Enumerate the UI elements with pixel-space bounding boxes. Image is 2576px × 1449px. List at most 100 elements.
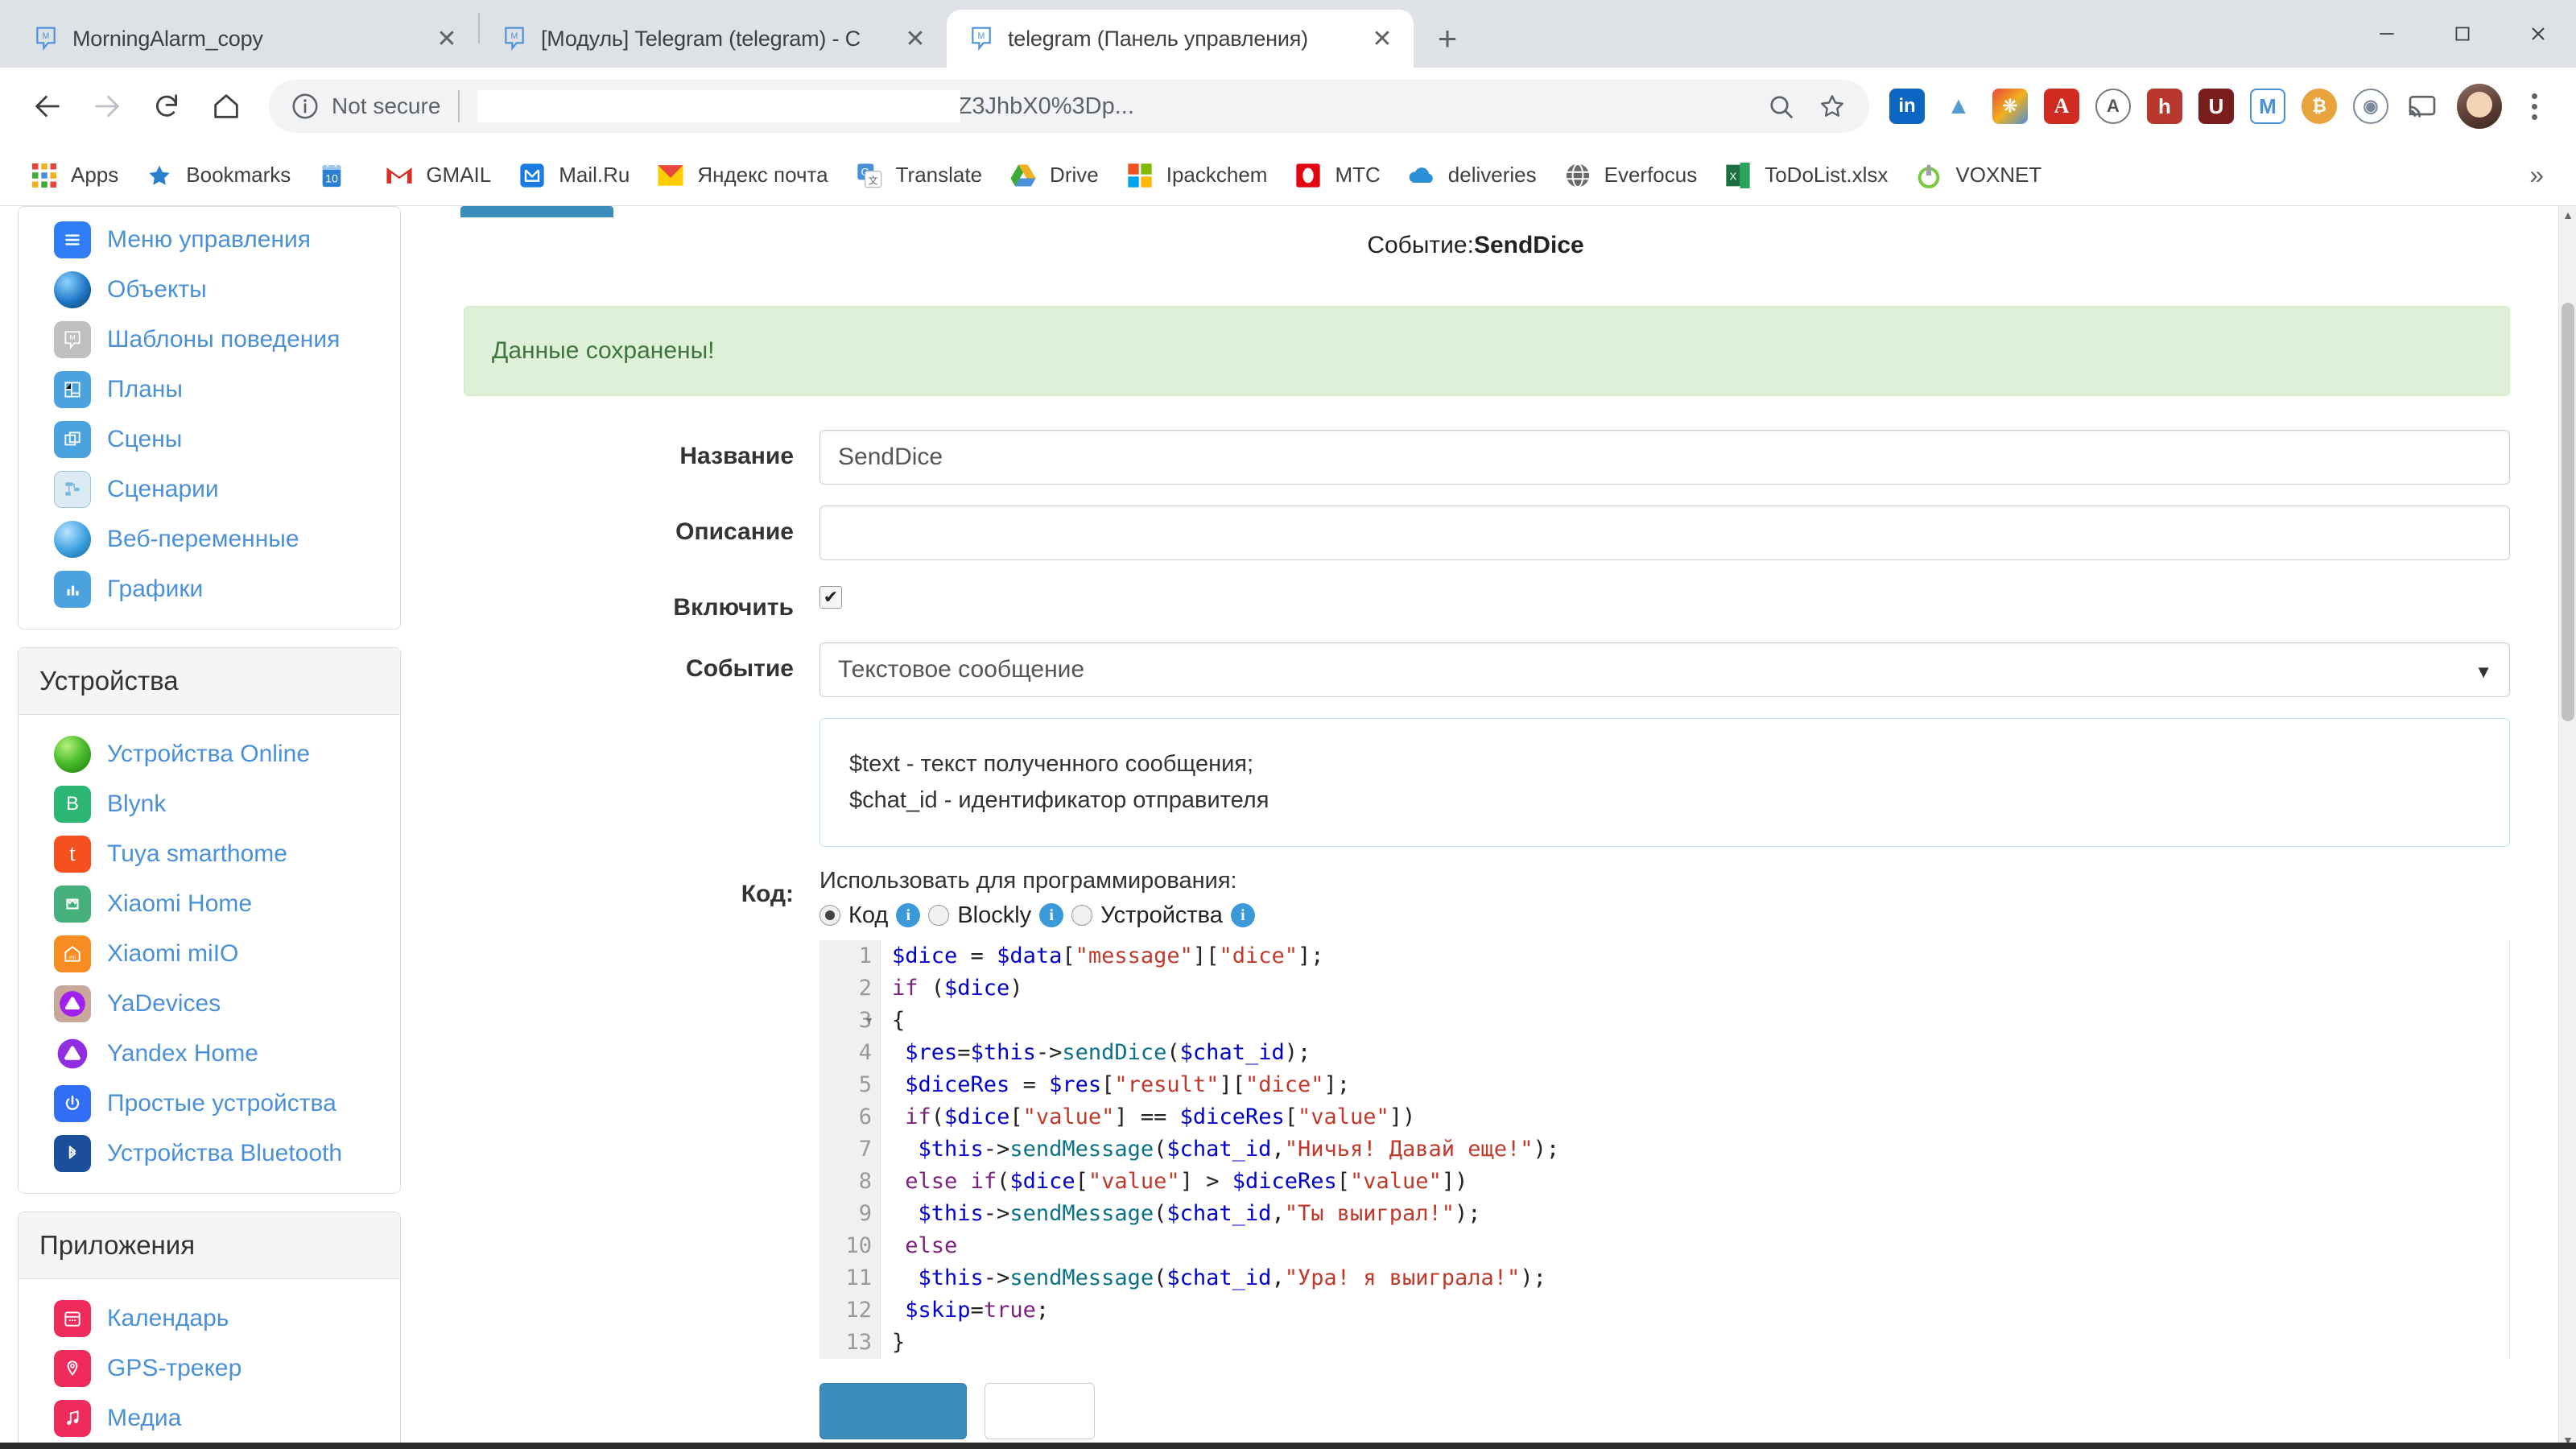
coin-extension-icon[interactable]: ₿ — [2294, 81, 2344, 131]
code-line: else if($dice["value"] > $diceRes["value… — [892, 1166, 2509, 1198]
bookmark-translate[interactable]: G文 Translate — [843, 154, 993, 197]
url-text-wrap[interactable]: 'admin.php?pd=cGFuZWw6e2FjdGlvbj10ZWxlZ3… — [477, 90, 1755, 122]
sidebar-item-media[interactable]: Медиа — [19, 1393, 400, 1443]
radio-devices[interactable] — [1071, 905, 1092, 926]
bookmarks-overflow-button[interactable]: » — [2515, 160, 2558, 190]
description-input[interactable] — [819, 506, 2510, 560]
enable-checkbox[interactable]: ✔ — [819, 586, 842, 609]
bookmark-mailru[interactable]: Mail.Ru — [506, 154, 641, 197]
home-button[interactable] — [196, 76, 256, 136]
sidebar-item-behavior-templates[interactable]: M Шаблоны поведения — [19, 315, 400, 365]
security-label: Not secure — [332, 93, 440, 119]
sidebar-main-menu-panel: Меню управления Объекты M Шаблоны поведе… — [18, 206, 401, 630]
bookmark-voxnet[interactable]: VOXNET — [1902, 154, 2053, 197]
bookmark-ipackchem[interactable]: Ipackchem — [1113, 154, 1279, 197]
hamburger-menu-icon — [54, 221, 91, 258]
forward-button[interactable] — [77, 76, 137, 136]
bookmark-calendar[interactable]: 10 — [305, 154, 369, 197]
bookmark-mts[interactable]: МТС — [1282, 154, 1391, 197]
sidebar-item-bluetooth-devices[interactable]: Устройства Bluetooth — [19, 1129, 400, 1179]
sidebar-apps-panel: Приложения Календарь GPS-т — [18, 1212, 401, 1449]
info-icon-code[interactable]: i — [896, 903, 920, 927]
event-select[interactable] — [819, 642, 2510, 697]
sidebar-item-yadevices[interactable]: YaDevices — [19, 979, 400, 1029]
radio-code-label: Код — [848, 902, 888, 929]
page-scrollbar[interactable]: ▲ ▼ — [2558, 206, 2576, 1449]
sidebar-item-web-variables[interactable]: Веб-переменные — [19, 514, 400, 564]
sidebar-item-scenes[interactable]: Сцены — [19, 415, 400, 464]
save-button[interactable] — [819, 1383, 967, 1439]
adobe-pdf-extension-icon[interactable]: A — [2037, 81, 2087, 131]
code-line: $this->sendMessage($chat_id,"Ура! я выиг… — [892, 1262, 2509, 1294]
circle-extension-icon[interactable]: ◉ — [2346, 81, 2396, 131]
sidebar-item-yandex-home[interactable]: Yandex Home — [19, 1029, 400, 1079]
cancel-button[interactable] — [985, 1383, 1095, 1439]
browser-tab-1[interactable]: M MorningAlarm_copy ✕ — [11, 10, 478, 68]
maximize-button[interactable] — [2425, 0, 2500, 68]
new-tab-button[interactable]: + — [1425, 16, 1470, 61]
bookmark-bookmarks[interactable]: Bookmarks — [133, 154, 302, 197]
bookmark-deliveries[interactable]: deliveries — [1395, 154, 1548, 197]
scroll-up-arrow[interactable]: ▲ — [2559, 206, 2576, 224]
radio-code[interactable] — [819, 905, 840, 926]
linkedin-extension-icon[interactable]: in — [1882, 81, 1932, 131]
site-security-status[interactable]: Not secure — [290, 91, 440, 122]
globe-icon — [1563, 160, 1593, 191]
browser-tab-3[interactable]: M telegram (Панель управления) ✕ — [947, 10, 1414, 68]
cloud-extension-icon[interactable]: ▲ — [1934, 81, 1984, 131]
search-icon[interactable] — [1755, 80, 1806, 132]
bookmark-everfocus[interactable]: Everfocus — [1551, 154, 1709, 197]
address-bar[interactable]: Not secure 'admin.php?pd=cGFuZWw6e2FjdGl… — [269, 80, 1869, 133]
cast-icon[interactable] — [2397, 81, 2447, 131]
code-fold-icon[interactable]: ▾ — [865, 1005, 873, 1037]
browser-tab-2[interactable]: M [Модуль] Telegram (telegram) - С ✕ — [480, 10, 947, 68]
bookmark-todolist[interactable]: X ToDoList.xlsx — [1711, 154, 1899, 197]
bookmark-yandex-mail[interactable]: Яндекс почта — [644, 154, 839, 197]
bookmark-gmail[interactable]: GMAIL — [373, 154, 502, 197]
mts-icon — [1293, 160, 1323, 191]
majordomo-extension-icon[interactable]: M — [2243, 81, 2293, 131]
editor-code-area[interactable]: $dice = $data["message"]["dice"];if ($di… — [881, 940, 2509, 1359]
close-button[interactable] — [2500, 0, 2576, 68]
window-controls — [2349, 0, 2576, 68]
back-button[interactable] — [18, 76, 77, 136]
sidebar-item-plans[interactable]: Планы — [19, 365, 400, 415]
minimize-button[interactable] — [2349, 0, 2425, 68]
tab-close-icon[interactable]: ✕ — [898, 22, 932, 56]
sidebar-item-tuya[interactable]: t Tuya smarthome — [19, 829, 400, 879]
scrollbar-thumb[interactable] — [2562, 303, 2574, 721]
bookmark-drive[interactable]: Drive — [997, 154, 1110, 197]
tab-close-icon[interactable]: ✕ — [1365, 22, 1399, 56]
svg-text:M: M — [978, 31, 985, 41]
grammar-extension-icon[interactable]: A — [2088, 81, 2138, 131]
name-input[interactable] — [819, 430, 2510, 485]
url-redaction-mask — [477, 90, 960, 122]
sidebar-item-simple-devices[interactable]: Простые устройства — [19, 1079, 400, 1129]
sidebar-item-control-menu[interactable]: Меню управления — [19, 215, 400, 265]
sidebar-item-charts[interactable]: Графики — [19, 564, 400, 614]
sidebar-item-blynk[interactable]: B Blynk — [19, 779, 400, 829]
sidebar-item-xiaomi-miio[interactable]: mi Xiaomi miIO — [19, 929, 400, 979]
bookmark-label: МТС — [1335, 163, 1380, 188]
reload-button[interactable] — [137, 76, 196, 136]
tab-close-icon[interactable]: ✕ — [430, 22, 464, 56]
ublock-extension-icon[interactable]: U — [2191, 81, 2241, 131]
three-dots-icon[interactable] — [2510, 82, 2558, 130]
sidebar-item-xiaomi-home[interactable]: Xiaomi Home — [19, 879, 400, 929]
sidebar-item-calendar[interactable]: Календарь — [19, 1294, 400, 1344]
avatar[interactable] — [2457, 84, 2502, 129]
info-icon-devices[interactable]: i — [1231, 903, 1255, 927]
radio-blockly[interactable] — [928, 905, 949, 926]
h-extension-icon[interactable]: h — [2140, 81, 2190, 131]
code-editor[interactable]: 1 2 3▾ 4 5 6 7 8 9 10 — [819, 940, 2510, 1359]
sidebar-item-devices-online[interactable]: Устройства Online — [19, 729, 400, 779]
sidebar-item-label: YaDevices — [107, 990, 221, 1018]
puzzle-extension-icon[interactable]: ❊ — [1985, 81, 2035, 131]
sidebar-item-scenarios[interactable]: Сценарии — [19, 464, 400, 514]
star-icon[interactable] — [1806, 80, 1858, 132]
sidebar-item-gps-tracker[interactable]: GPS-трекер — [19, 1344, 400, 1393]
line-number: 12 — [819, 1294, 872, 1327]
info-icon-blockly[interactable]: i — [1039, 903, 1063, 927]
bookmark-apps[interactable]: Apps — [18, 154, 130, 197]
sidebar-item-objects[interactable]: Объекты — [19, 265, 400, 315]
